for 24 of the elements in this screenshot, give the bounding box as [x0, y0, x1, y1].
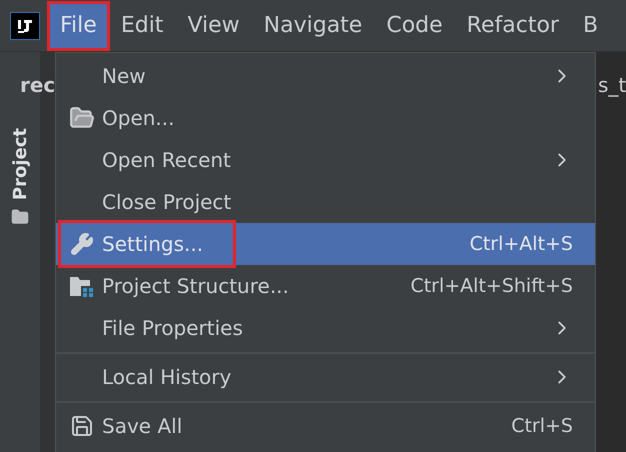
menu-item[interactable]: Save All Ctrl+S [56, 405, 595, 447]
wrench-icon [70, 232, 94, 256]
folder-icon [11, 208, 29, 226]
menu-item[interactable]: Close Project [56, 181, 595, 223]
menu-item[interactable]: Open Recent [56, 139, 595, 181]
project-structure-icon [69, 274, 95, 298]
menu-item[interactable]: New [56, 55, 595, 97]
menu-bar-item[interactable]: Navigate [254, 4, 372, 48]
menu-bar-item[interactable]: B [572, 4, 608, 48]
menu-item[interactable]: Project Structure... Ctrl+Alt+Shift+S [56, 265, 595, 307]
menu-item[interactable]: Open... [56, 97, 595, 139]
menu-bar-item[interactable]: Refactor [456, 4, 569, 48]
menu-item[interactable]: File Properties [56, 307, 595, 349]
menu-item[interactable]: Local History [56, 356, 595, 398]
tab-title[interactable]: s_t [598, 70, 626, 100]
menu-bar-item[interactable]: File [50, 4, 107, 48]
project-tool-tab[interactable]: Project [6, 122, 34, 232]
app-logo-icon [10, 12, 40, 40]
menu-item[interactable]: Settings... Ctrl+Alt+S [56, 223, 595, 265]
menu-bar-item[interactable]: Code [376, 4, 453, 48]
menu-bar-item[interactable]: View [177, 4, 250, 48]
save-icon [70, 414, 94, 438]
menu-bar-item[interactable]: Edit [110, 4, 174, 48]
tab-title[interactable]: rec [20, 70, 56, 100]
